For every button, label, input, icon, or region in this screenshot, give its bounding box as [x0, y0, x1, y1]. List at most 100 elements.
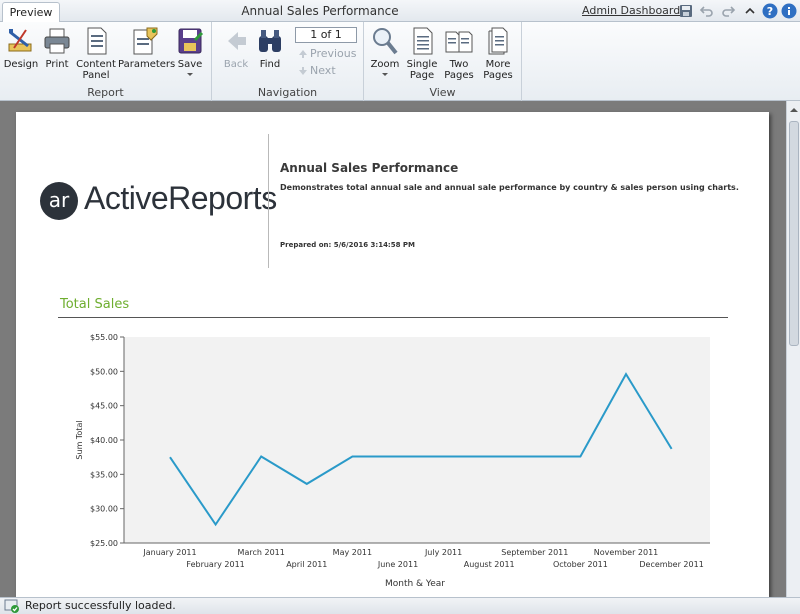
content-panel-icon [87, 27, 107, 55]
back-arrow-icon [228, 32, 246, 50]
x-tick-label: May 2011 [333, 548, 372, 557]
navigation-group: Back Find 1 of 1 Previous Next Navigatio… [212, 22, 364, 101]
status-ok-icon [4, 599, 19, 613]
report-description: Demonstrates total annual sale and annua… [280, 183, 739, 192]
arrow-up-icon [299, 50, 307, 58]
zoom-button[interactable]: Zoom [370, 26, 400, 81]
y-axis: $25.00 $30.00 $35.00 $40.00 $45.00 $50.00 $55.… [90, 333, 125, 548]
ribbon-toolbar: Design Print Content Panel Parameters Sa… [0, 22, 800, 101]
design-label: Design [3, 59, 39, 70]
view-group-label: View [429, 86, 456, 99]
more-pages-button[interactable]: More Pages [480, 26, 516, 81]
status-text: Report successfully loaded. [25, 599, 176, 612]
zoom-label: Zoom [370, 59, 400, 70]
window-title: Annual Sales Performance [241, 4, 399, 18]
help-icon[interactable]: ? [762, 3, 778, 19]
binoculars-icon [259, 30, 281, 52]
y-tick-label: $50.00 [90, 367, 118, 376]
find-label: Find [259, 59, 281, 70]
section-title: Total Sales [60, 297, 130, 312]
x-tick-label: August 2011 [464, 560, 515, 569]
x-tick-label: March 2011 [238, 548, 285, 557]
design-icon [8, 29, 32, 52]
view-group: Zoom Single Page Two Pages More Pages Vi… [364, 22, 522, 101]
collapse-ribbon-icon[interactable] [742, 3, 758, 19]
single-page-icon [413, 27, 433, 55]
y-tick-label: $40.00 [90, 436, 118, 445]
svg-text:?: ? [767, 5, 773, 18]
more-pages-icon [488, 27, 508, 55]
y-axis-label: Sum Total [75, 420, 84, 459]
next-page-button[interactable]: Next [298, 64, 336, 77]
report-page: ar ActiveReports Annual Sales Performanc… [16, 112, 769, 597]
y-tick-label: $25.00 [90, 539, 118, 548]
prepared-value: 5/6/2016 3:14:58 PM [333, 241, 416, 249]
x-tick-label: December 2011 [639, 560, 703, 569]
header-divider [268, 134, 269, 268]
x-tick-label: October 2011 [553, 560, 608, 569]
chevron-down-icon [187, 73, 193, 76]
print-button[interactable]: Print [42, 26, 72, 70]
y-tick-label: $45.00 [90, 402, 118, 411]
next-label: Next [310, 64, 336, 77]
title-bar: Preview Annual Sales Performance Admin D… [0, 0, 800, 23]
report-title: Annual Sales Performance [280, 161, 459, 175]
single-page-label: Single Page [406, 59, 438, 81]
save-menu-button[interactable]: Save [174, 26, 206, 81]
two-pages-button[interactable]: Two Pages [442, 26, 476, 81]
chevron-down-icon [382, 73, 388, 76]
x-tick-label: January 2011 [142, 548, 196, 557]
previous-label: Previous [310, 47, 357, 60]
logo-text: ActiveReports [84, 180, 277, 216]
x-axis: January 2011 February 2011 March 2011April… [124, 542, 710, 569]
x-axis-label: Month & Year [385, 579, 445, 589]
back-button[interactable]: Back [222, 26, 250, 70]
save-report-icon [178, 28, 204, 54]
two-pages-icon [445, 31, 473, 53]
x-tick-label: April 2011 [286, 560, 327, 569]
previous-page-button[interactable]: Previous [298, 47, 357, 60]
content-panel-label: Content Panel [76, 59, 116, 81]
printer-icon [44, 28, 70, 54]
parameters-label: Parameters [118, 59, 176, 70]
scroll-up-icon[interactable] [789, 105, 799, 115]
x-tick-label: September 2011 [501, 548, 568, 557]
save-label: Save [177, 59, 203, 70]
x-tick-label: June 2011 [377, 560, 418, 569]
print-label: Print [45, 59, 69, 70]
two-pages-label: Two Pages [444, 59, 474, 81]
magnifier-icon [373, 28, 398, 55]
report-group-label: Report [87, 86, 124, 99]
logo-badge: ar [40, 182, 78, 220]
x-tick-label: February 2011 [186, 560, 244, 569]
save-icon[interactable] [678, 3, 694, 19]
more-pages-label: More Pages [483, 59, 513, 81]
scrollbar-thumb[interactable] [789, 121, 799, 346]
content-panel-button[interactable]: Content Panel [74, 26, 118, 81]
y-tick-label: $30.00 [90, 505, 118, 514]
plot-area [124, 337, 710, 543]
total-sales-chart: $25.00 $30.00 $35.00 $40.00 $45.00 $50.00 $55.… [75, 333, 710, 589]
section-rule [58, 317, 728, 318]
parameters-button[interactable]: Parameters [118, 26, 175, 70]
prepared-on: Prepared on: 5/6/2016 3:14:58 PM [280, 241, 415, 249]
redo-icon[interactable] [720, 3, 736, 19]
arrow-down-icon [299, 67, 307, 75]
y-tick-label: $35.00 [90, 470, 118, 479]
info-icon[interactable] [781, 3, 797, 19]
undo-icon[interactable] [699, 3, 715, 19]
status-bar: Report successfully loaded. [0, 597, 800, 614]
x-tick-label: July 2011 [424, 548, 462, 557]
admin-dashboard-link[interactable]: Admin Dashboard [582, 4, 680, 17]
prepared-label: Prepared on: [280, 241, 332, 249]
find-button[interactable]: Find [254, 26, 286, 70]
parameters-icon [133, 27, 158, 55]
back-label: Back [223, 59, 249, 70]
navigation-group-label: Navigation [257, 86, 318, 99]
report-viewer: ar ActiveReports Annual Sales Performanc… [0, 101, 800, 597]
single-page-button[interactable]: Single Page [406, 26, 438, 81]
page-number-input[interactable]: 1 of 1 [295, 27, 357, 43]
vertical-scrollbar[interactable] [786, 101, 800, 597]
design-button[interactable]: Design [3, 26, 39, 70]
report-group: Design Print Content Panel Parameters Sa… [0, 22, 212, 101]
